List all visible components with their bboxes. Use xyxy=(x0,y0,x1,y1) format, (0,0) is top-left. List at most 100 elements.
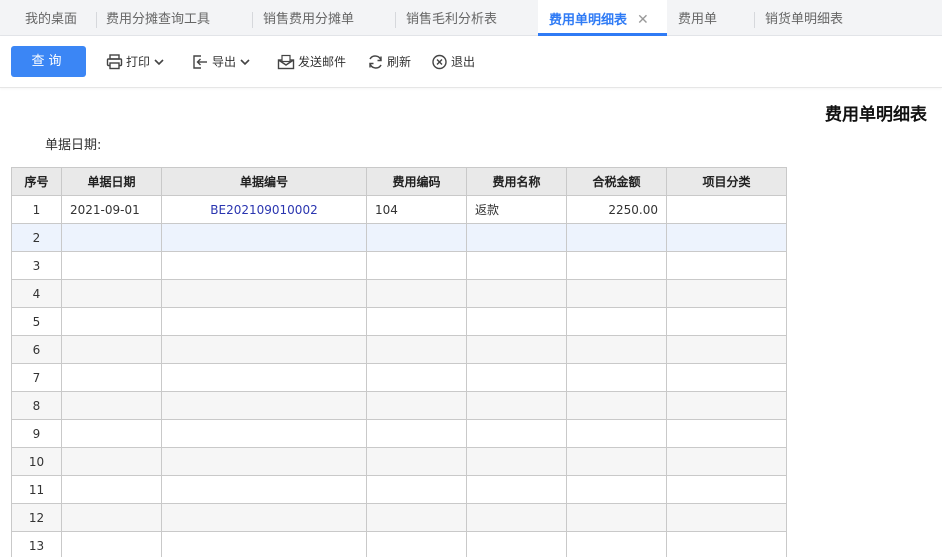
table-cell-date xyxy=(61,531,162,557)
table-cell-cat xyxy=(666,475,787,504)
table-cell-no: 7 xyxy=(11,363,62,392)
table-cell-name xyxy=(466,307,567,336)
table-cell-cat xyxy=(666,363,787,392)
table-cell-date xyxy=(61,335,162,364)
table-cell-name xyxy=(466,335,567,364)
table-cell-cat xyxy=(666,335,787,364)
document-number-link xyxy=(161,279,367,308)
table-cell-no: 4 xyxy=(11,279,62,308)
mail-icon xyxy=(277,54,295,70)
table-cell-cat xyxy=(666,279,787,308)
column-header[interactable]: 序号 xyxy=(11,167,62,196)
document-number-link xyxy=(161,391,367,420)
column-header[interactable]: 单据日期 xyxy=(61,167,162,196)
table-cell-cat xyxy=(666,447,787,476)
document-number-link xyxy=(161,475,367,504)
close-circle-icon xyxy=(432,54,447,70)
table-row[interactable]: 12 xyxy=(11,503,787,532)
table-row[interactable]: 3 xyxy=(11,251,787,280)
table-cell-name xyxy=(466,419,567,448)
table-cell-cat xyxy=(666,531,787,557)
refresh-icon xyxy=(369,55,382,69)
table-body: 1 2021-09-01 BE202109010002 104 返款 2250.00 2 3 4… xyxy=(11,195,787,557)
table-cell-name xyxy=(466,503,567,532)
table-cell-date xyxy=(61,503,162,532)
tab-expense-bill[interactable]: 费用单 xyxy=(678,0,717,36)
table-row[interactable]: 4 xyxy=(11,279,787,308)
table-cell-no: 8 xyxy=(11,391,62,420)
table-cell-name xyxy=(466,447,567,476)
column-header[interactable]: 费用名称 xyxy=(466,167,567,196)
document-number-link[interactable]: BE202109010002 xyxy=(161,195,367,224)
document-number-link xyxy=(161,307,367,336)
tab-my-desktop[interactable]: 我的桌面 xyxy=(25,0,77,36)
chevron-down-icon xyxy=(240,59,250,66)
table-row[interactable]: 13 xyxy=(11,531,787,557)
tab-cost-allocation-query[interactable]: 费用分摊查询工具 xyxy=(96,0,210,36)
table-row[interactable]: 9 xyxy=(11,419,787,448)
chevron-down-icon xyxy=(154,59,164,66)
tab-expense-detail[interactable]: 费用单明细表 ✕ xyxy=(538,0,667,36)
table-cell-amount xyxy=(566,251,667,280)
table-cell-date xyxy=(61,251,162,280)
exit-button[interactable]: 退出 xyxy=(431,50,475,74)
table-row[interactable]: 10 xyxy=(11,447,787,476)
print-label: 打印 xyxy=(126,55,151,69)
tab-divider xyxy=(395,12,396,28)
tab-label: 销售费用分摊单 xyxy=(263,12,355,27)
table-cell-cat xyxy=(666,195,787,224)
table-row[interactable]: 2 xyxy=(11,223,787,252)
table-cell-amount xyxy=(566,335,667,364)
send-email-button[interactable]: 发送邮件 xyxy=(277,50,346,74)
table-row[interactable]: 6 xyxy=(11,335,787,364)
tab-sales-detail[interactable]: 销货单明细表 xyxy=(754,0,843,36)
table-row[interactable]: 1 2021-09-01 BE202109010002 104 返款 2250.00 xyxy=(11,195,787,224)
table-cell-amount xyxy=(566,503,667,532)
document-number-link xyxy=(161,531,367,557)
table-row[interactable]: 7 xyxy=(11,363,787,392)
table-cell-name xyxy=(466,251,567,280)
tab-sales-cost-allocation[interactable]: 销售费用分摊单 xyxy=(252,0,354,36)
table-row[interactable]: 5 xyxy=(11,307,787,336)
tab-label: 我的桌面 xyxy=(25,12,78,27)
column-header[interactable]: 合税金额 xyxy=(566,167,667,196)
date-filter-label: 单据日期: xyxy=(45,138,102,153)
close-icon[interactable]: ✕ xyxy=(637,12,649,28)
table-row[interactable]: 8 xyxy=(11,391,787,420)
table-cell-name xyxy=(466,223,567,252)
document-number-link xyxy=(161,223,367,252)
export-button[interactable]: 导出 xyxy=(192,50,254,74)
export-icon xyxy=(193,55,207,69)
column-header[interactable]: 项目分类 xyxy=(666,167,787,196)
table-cell-name xyxy=(466,363,567,392)
tab-label: 费用单 xyxy=(678,12,718,27)
column-header[interactable]: 单据编号 xyxy=(161,167,367,196)
document-number-link xyxy=(161,419,367,448)
document-number-link xyxy=(161,335,367,364)
table-cell-name xyxy=(466,279,567,308)
column-header[interactable]: 费用编码 xyxy=(366,167,467,196)
table-cell-no: 9 xyxy=(11,419,62,448)
table-cell-amount: 2250.00 xyxy=(566,195,667,224)
document-number-link xyxy=(161,251,367,280)
table-cell-date xyxy=(61,391,162,420)
table-cell-date xyxy=(61,307,162,336)
query-button[interactable]: 查询 xyxy=(11,46,86,77)
table-cell-code xyxy=(366,279,467,308)
tab-sales-gross-profit[interactable]: 销售毛利分析表 xyxy=(395,0,497,36)
table-cell-code xyxy=(366,335,467,364)
print-button[interactable]: 打印 xyxy=(106,50,168,74)
refresh-button[interactable]: 刷新 xyxy=(367,50,411,74)
table-cell-date xyxy=(61,475,162,504)
table-cell-cat xyxy=(666,391,787,420)
tab-divider xyxy=(252,12,253,28)
table-row[interactable]: 11 xyxy=(11,475,787,504)
table-cell-amount xyxy=(566,391,667,420)
table-cell-date: 2021-09-01 xyxy=(61,195,162,224)
table-cell-code xyxy=(366,447,467,476)
refresh-label: 刷新 xyxy=(387,55,412,69)
table-cell-code: 104 xyxy=(366,195,467,224)
table-cell-no: 6 xyxy=(11,335,62,364)
table-cell-no: 13 xyxy=(11,531,62,557)
tab-label: 销货单明细表 xyxy=(765,12,844,27)
